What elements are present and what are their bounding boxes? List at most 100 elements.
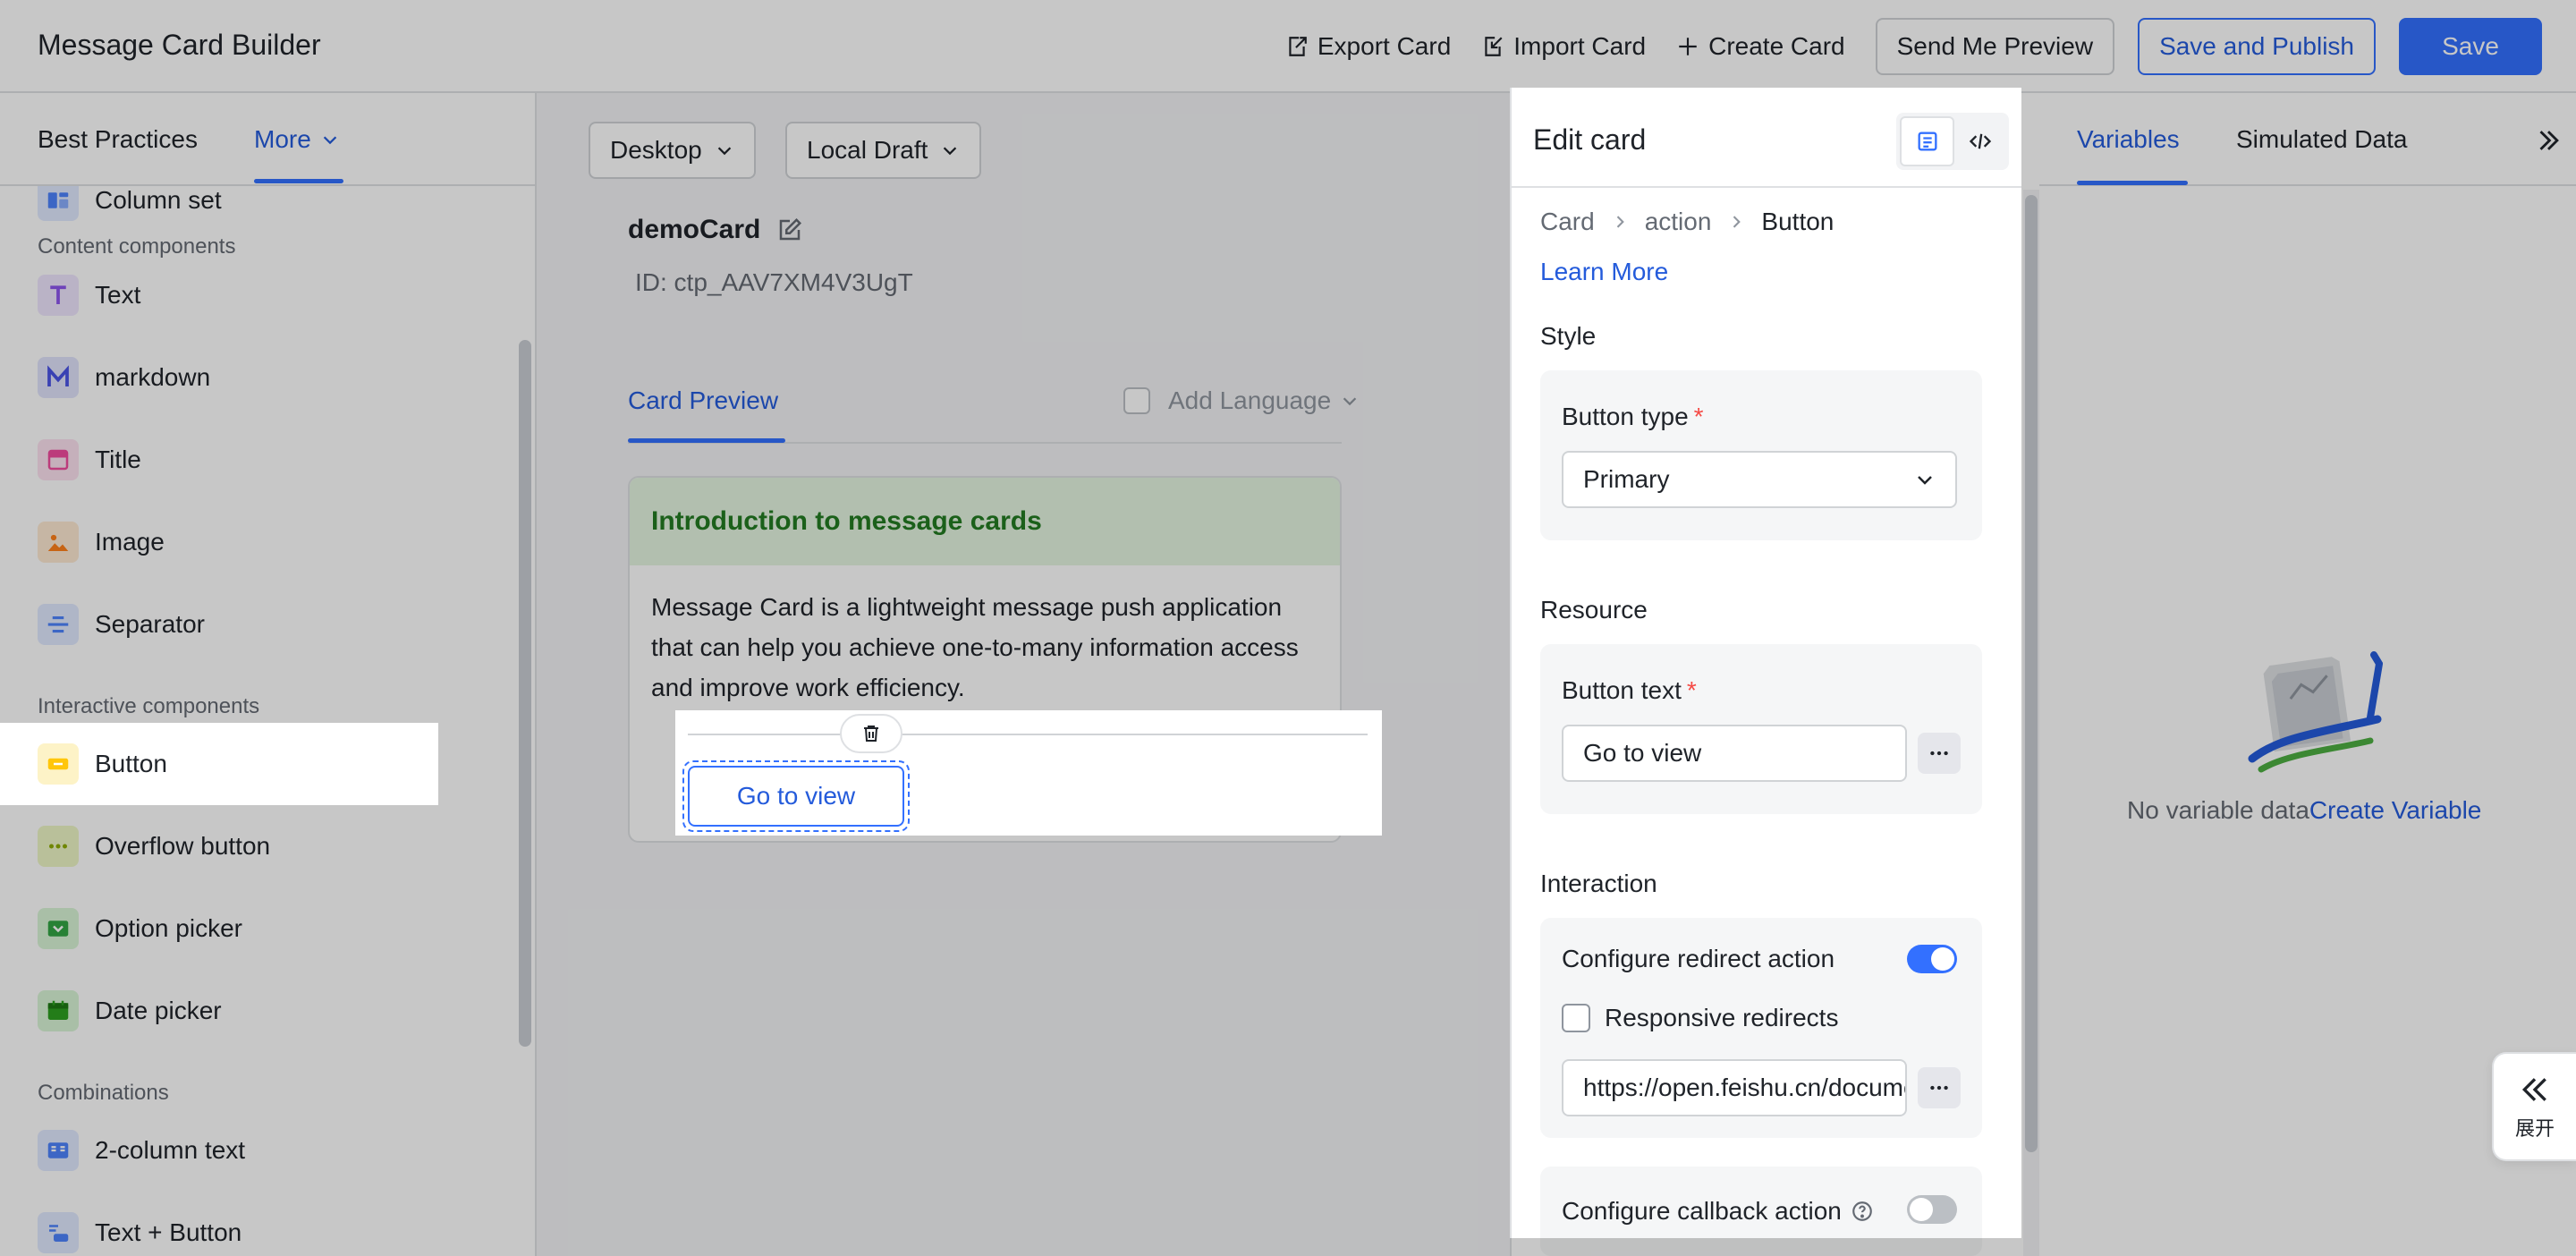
tab-card-preview[interactable]: Card Preview bbox=[628, 386, 778, 415]
draft-select[interactable]: Local Draft bbox=[785, 122, 982, 179]
app-title: Message Card Builder bbox=[38, 29, 321, 61]
edit-panel-scrollbar[interactable] bbox=[2025, 195, 2038, 1152]
toggle-knob bbox=[1931, 947, 1954, 971]
sidebar-tabs: Best Practices More bbox=[0, 93, 535, 186]
edit-panel-header: Edit card bbox=[1512, 88, 2021, 188]
component-title[interactable]: Title bbox=[16, 419, 438, 501]
card-body-text: Message Card is a lightweight message pu… bbox=[651, 593, 1299, 701]
tab-best-practices[interactable]: Best Practices bbox=[38, 125, 198, 154]
variables-tabs: Variables Simulated Data bbox=[2039, 93, 2576, 186]
breadcrumb-action[interactable]: action bbox=[1645, 208, 1712, 236]
add-language-checkbox[interactable] bbox=[1123, 387, 1150, 414]
card-name-text: demoCard bbox=[628, 215, 761, 244]
responsive-redirects-checkbox[interactable] bbox=[1562, 1004, 1590, 1032]
tab-more[interactable]: More bbox=[254, 125, 340, 154]
chevron-down-icon bbox=[717, 147, 731, 156]
draft-select-value: Local Draft bbox=[807, 136, 928, 164]
collapse-panel-icon[interactable] bbox=[2533, 125, 2563, 156]
create-variable-link[interactable]: Create Variable bbox=[2309, 796, 2481, 824]
editor-mode-switch bbox=[1896, 113, 2009, 170]
button-type-label-text: Button type bbox=[1562, 403, 1689, 430]
redirect-url-more-button[interactable] bbox=[1918, 1067, 1961, 1108]
separator-icon bbox=[38, 604, 79, 645]
empty-data-illustration bbox=[2248, 651, 2383, 773]
breadcrumb-card[interactable]: Card bbox=[1540, 208, 1595, 236]
component-image[interactable]: Image bbox=[16, 501, 438, 583]
form-mode-button[interactable] bbox=[1900, 116, 1954, 166]
import-card-button[interactable]: Import Card bbox=[1481, 32, 1646, 61]
component-option-picker[interactable]: Option picker bbox=[16, 887, 438, 970]
component-button[interactable]: Button bbox=[16, 723, 438, 805]
resource-section: Button text * Go to view bbox=[1540, 644, 1982, 814]
component-overflow-button[interactable]: Overflow button bbox=[16, 805, 438, 887]
markdown-icon bbox=[38, 357, 79, 398]
expand-panel-tab[interactable]: 展开 bbox=[2492, 1052, 2576, 1161]
button-type-label: Button type * bbox=[1562, 403, 1704, 431]
tab-variables[interactable]: Variables bbox=[2077, 125, 2180, 154]
card-go-to-view-button[interactable]: Go to view bbox=[688, 766, 904, 827]
callback-label: Configure callback action bbox=[1562, 1197, 1874, 1226]
redirect-url-input[interactable]: https://open.feishu.cn/document bbox=[1562, 1059, 1907, 1116]
tab-simulated-data[interactable]: Simulated Data bbox=[2236, 125, 2407, 154]
card-name: demoCard bbox=[628, 215, 803, 245]
edit-icon[interactable] bbox=[776, 216, 803, 243]
add-language[interactable]: Add Language bbox=[1123, 386, 1360, 415]
code-icon bbox=[1969, 133, 1991, 149]
add-language-label: Add Language bbox=[1168, 386, 1332, 414]
callback-section: Configure callback action bbox=[1540, 1167, 1982, 1256]
chevron-down-icon bbox=[1918, 476, 1932, 485]
edit-panel-title: Edit card bbox=[1533, 123, 1647, 156]
component-label: Text bbox=[95, 281, 141, 309]
component-text-button[interactable]: Text + Button bbox=[16, 1192, 438, 1256]
device-select[interactable]: Desktop bbox=[589, 122, 756, 179]
save-button[interactable]: Save bbox=[2399, 18, 2542, 75]
selected-button-component[interactable]: Go to view bbox=[675, 710, 1382, 836]
export-card-button[interactable]: Export Card bbox=[1285, 32, 1451, 61]
component-list: Column set Content components Text markd… bbox=[0, 186, 512, 1256]
component-label: Date picker bbox=[95, 997, 222, 1024]
component-date-picker[interactable]: Date picker bbox=[16, 970, 438, 1052]
component-text[interactable]: Text bbox=[16, 254, 438, 336]
help-icon[interactable] bbox=[1851, 1200, 1874, 1223]
text-button-icon bbox=[38, 1212, 79, 1253]
no-variable-data-text: No variable data bbox=[2127, 796, 2309, 824]
button-type-select[interactable]: Primary bbox=[1562, 451, 1957, 508]
button-text-label-text: Button text bbox=[1562, 676, 1682, 704]
component-separator[interactable]: Separator bbox=[16, 583, 438, 666]
top-bar: Message Card Builder Export Card Import … bbox=[0, 0, 2576, 93]
callback-toggle[interactable] bbox=[1907, 1195, 1957, 1224]
interaction-section-title: Interaction bbox=[1540, 870, 1657, 897]
delete-component-button[interactable] bbox=[840, 714, 902, 753]
redirect-section: Configure redirect action Responsive red… bbox=[1540, 918, 1982, 1138]
required-mark: * bbox=[1686, 676, 1697, 704]
redirect-toggle[interactable] bbox=[1907, 945, 1957, 973]
button-icon bbox=[38, 743, 79, 785]
learn-more-link[interactable]: Learn More bbox=[1540, 258, 1668, 286]
group-combinations: Combinations bbox=[38, 1081, 169, 1105]
code-mode-button[interactable] bbox=[1954, 116, 2005, 166]
title-icon bbox=[38, 439, 79, 480]
send-preview-button[interactable]: Send Me Preview bbox=[1875, 18, 2115, 75]
component-label: Text + Button bbox=[95, 1218, 242, 1246]
component-markdown[interactable]: markdown bbox=[16, 336, 438, 419]
component-label: Column set bbox=[95, 186, 222, 214]
redirect-label: Configure redirect action bbox=[1562, 945, 1835, 972]
create-card-button[interactable]: Create Card bbox=[1676, 32, 1845, 61]
sidebar-scrollbar[interactable] bbox=[519, 340, 531, 1047]
save-publish-button[interactable]: Save and Publish bbox=[2138, 18, 2376, 75]
button-text-input[interactable]: Go to view bbox=[1562, 725, 1907, 782]
option-picker-icon bbox=[38, 908, 79, 949]
two-column-text-icon bbox=[38, 1130, 79, 1171]
breadcrumb-button: Button bbox=[1761, 208, 1835, 235]
button-text-more-button[interactable] bbox=[1918, 733, 1961, 774]
preview-tab-indicator bbox=[628, 438, 785, 443]
import-icon bbox=[1485, 37, 1503, 56]
component-label: Option picker bbox=[95, 914, 242, 942]
component-two-column-text[interactable]: 2-column text bbox=[16, 1109, 438, 1192]
double-chevron-left-icon bbox=[2521, 1078, 2546, 1101]
overflow-button-icon bbox=[38, 826, 79, 867]
export-icon bbox=[1289, 37, 1307, 56]
component-column-set[interactable]: Column set bbox=[16, 186, 438, 242]
card-button-selection[interactable]: Go to view bbox=[682, 760, 910, 832]
breadcrumb: Card action Button bbox=[1540, 208, 1834, 236]
